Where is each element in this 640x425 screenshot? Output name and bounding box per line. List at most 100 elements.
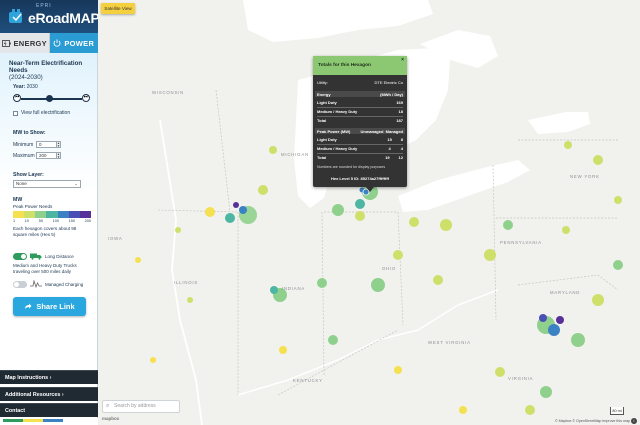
- popup-power-col-unmanaged: Unmanaged: [360, 129, 384, 134]
- minimum-label: Minimum: [13, 141, 34, 148]
- managed-charging-toggle[interactable]: [13, 281, 27, 288]
- panel-title: Near-Term Electrification Needs (2024-20…: [9, 60, 89, 82]
- maximum-row: Maximum 200 ▲ ▼: [13, 152, 61, 159]
- share-link-button[interactable]: Share Link: [13, 297, 86, 316]
- legend-swatch: [68, 211, 80, 218]
- color-strip-icon: [3, 419, 63, 422]
- maximum-label: Maximum: [13, 152, 35, 159]
- minimum-input[interactable]: 0: [36, 141, 57, 148]
- popup-hex-id-text: Hex Level 5 ID: 85274a27ffffffff: [330, 176, 390, 181]
- map-attribution[interactable]: © Mapbox © OpenStreetMap Improve this ma…: [555, 419, 630, 423]
- share-link-label: Share Link: [36, 302, 75, 311]
- popup-header: Totals for this Hexagon ×: [313, 56, 407, 75]
- year-label: Year:: [13, 84, 26, 90]
- legend-swatch: [13, 211, 25, 218]
- show-layer-label: Show Layer:: [13, 172, 44, 178]
- popup-power-row-managed: 8: [400, 137, 403, 142]
- lake-erie: [398, 160, 530, 212]
- divider: [317, 153, 403, 154]
- chevron-right-icon: ›: [61, 392, 64, 398]
- popup-power-col-managed: Managed: [385, 129, 403, 134]
- year-value: 2030: [26, 84, 38, 90]
- map-scale: 80 mi: [610, 407, 624, 415]
- legend-tick: 1: [13, 219, 16, 223]
- panel-title-range: (2024-2030): [9, 74, 43, 82]
- tab-power[interactable]: POWER: [49, 33, 98, 53]
- year-slider[interactable]: ⏮ ⏭: [13, 94, 90, 103]
- state-label-maryland: MARYLAND: [550, 290, 581, 295]
- legend-tick: 50: [38, 219, 43, 223]
- long-distance-label: Long Distance: [45, 254, 74, 259]
- search-icon: ⌕: [106, 403, 110, 409]
- lake-superior: [243, 0, 433, 42]
- menu-additional-resources[interactable]: Additional Resources ›: [0, 387, 98, 401]
- menu-contact-label: Contact: [5, 408, 26, 414]
- state-label-wisconsin: WISCONSIN: [152, 90, 185, 95]
- legend-swatch: [79, 211, 91, 218]
- menu-map-instructions-label: Map Instructions: [5, 375, 49, 381]
- state-label-iowa: IOWA: [108, 236, 123, 241]
- skip-back-icon[interactable]: ⏮: [13, 94, 21, 102]
- popup-power-row-label: Total: [317, 155, 327, 160]
- state-label-illinois: ILLINOIS: [174, 280, 199, 285]
- legend-swatch: [57, 211, 69, 218]
- popup-power-header: Peak Power (MW) Unmanaged Managed: [317, 129, 403, 134]
- year-row: Year: 2030: [13, 84, 38, 90]
- legend-tick: 100: [52, 219, 59, 223]
- managed-charging-label: Managed Charging: [45, 282, 84, 287]
- popup-hex-id: Hex Level 5 ID: 85274a27ffffffff: [317, 176, 403, 181]
- popup-title: Totals for this Hexagon: [318, 63, 371, 68]
- tab-energy[interactable]: ENERGY: [0, 33, 50, 53]
- minimum-stepper[interactable]: ▲ ▼: [57, 141, 61, 148]
- mapbox-logo[interactable]: mapbox: [102, 416, 119, 421]
- menu-additional-resources-label: Additional Resources: [5, 392, 61, 398]
- legend-swatch: [35, 211, 47, 218]
- popup-energy-header: Energy (MWh / Day): [317, 92, 403, 97]
- menu-contact[interactable]: Contact: [0, 403, 98, 417]
- view-full-row[interactable]: View full electrification: [13, 110, 70, 116]
- power-icon: [53, 39, 61, 47]
- popup-energy-row-value: 169: [396, 100, 403, 105]
- sidebar-footer-strip: [0, 418, 98, 425]
- tab-energy-label: ENERGY: [13, 38, 47, 48]
- skip-forward-icon[interactable]: ⏭: [82, 94, 90, 102]
- close-icon[interactable]: ×: [401, 51, 404, 70]
- popup-power-row: Medium / Heavy Duty 4 4: [317, 146, 403, 151]
- maximum-input[interactable]: 200: [36, 152, 57, 159]
- eroadmap-logo-icon: [9, 9, 22, 23]
- menu-map-instructions[interactable]: Map Instructions ›: [0, 370, 98, 384]
- hexagon-popup: Totals for this Hexagon × Utility: DTE E…: [313, 56, 407, 187]
- app-logo-text: eRoadMAP: [28, 10, 100, 26]
- maximum-stepper[interactable]: ▲ ▼: [57, 152, 61, 159]
- show-layer-select[interactable]: None ⌄: [13, 180, 81, 188]
- address-search-input[interactable]: ⌕ Search by address: [102, 400, 180, 413]
- popup-utility-row: Utility: DTE Electric Co: [317, 80, 403, 85]
- state-label-michigan: MICHIGAN: [281, 152, 309, 157]
- info-icon[interactable]: i: [631, 418, 637, 424]
- state-label-kentucky: KENTUCKY: [293, 378, 323, 383]
- view-full-checkbox[interactable]: [13, 110, 18, 116]
- app-header: EPRI eRoadMAP: [0, 0, 100, 33]
- legend-tick: 150: [68, 219, 75, 223]
- search-placeholder: Search by address: [114, 403, 156, 409]
- popup-power-row-label: Light Duty: [317, 137, 337, 142]
- hexagon-note: Each hexagon covers about 98 square mile…: [13, 226, 77, 237]
- slider-thumb[interactable]: [46, 95, 53, 102]
- state-label-ohio: OHIO: [382, 266, 397, 271]
- logo-subtitle: EPRI: [36, 3, 52, 9]
- long-distance-toggle[interactable]: [13, 253, 27, 260]
- legend-ticks: 1 10 50 100 150 200: [13, 219, 91, 223]
- satellite-view-button[interactable]: Satellite View: [101, 3, 135, 14]
- popup-power-row-managed: 12: [398, 155, 403, 160]
- managed-charging-icon: [30, 280, 42, 288]
- state-label-new-york: NEW YORK: [570, 174, 600, 179]
- popup-energy-row: Medium / Heavy Duty 18: [317, 109, 403, 114]
- divider: [317, 116, 403, 117]
- popup-power-row: Light Duty 15 8: [317, 137, 403, 142]
- legend-tick: 200: [84, 219, 91, 223]
- mississippi-river: [159, 119, 203, 425]
- popup-energy-row-label: Light Duty: [317, 100, 337, 105]
- popup-power-row-unmanaged: 4: [388, 146, 391, 151]
- state-label-pennsylvania: PENNSYLVANIA: [500, 240, 542, 245]
- battery-icon: [1, 39, 11, 47]
